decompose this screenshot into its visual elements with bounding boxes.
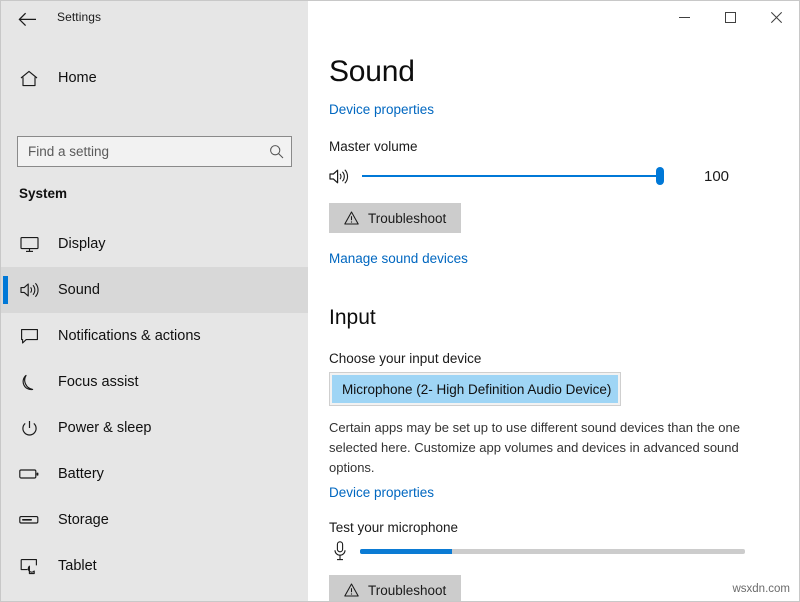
input-device-selected-option[interactable]: Microphone (2- High Definition Audio Dev… xyxy=(332,375,618,403)
microphone-icon xyxy=(329,541,351,561)
warning-triangle-icon xyxy=(344,583,359,597)
sidebar-item-power-sleep-label: Power & sleep xyxy=(58,420,152,436)
master-volume-row: 100 xyxy=(329,167,729,185)
sidebar-item-focus-assist-label: Focus assist xyxy=(58,374,139,390)
search-input[interactable] xyxy=(28,144,261,159)
choose-input-device-label: Choose your input device xyxy=(329,351,481,366)
output-troubleshoot-wrapper: Troubleshoot xyxy=(329,203,461,233)
sidebar-item-home[interactable]: Home xyxy=(1,59,308,97)
microphone-level-fill xyxy=(360,549,452,554)
master-volume-value: 100 xyxy=(704,168,729,185)
output-troubleshoot-label: Troubleshoot xyxy=(368,211,446,226)
power-icon xyxy=(18,420,40,437)
microphone-level-meter xyxy=(360,549,745,554)
window-controls xyxy=(661,1,799,33)
slider-thumb[interactable] xyxy=(656,167,664,185)
settings-window: Settings Home xyxy=(0,0,800,602)
sidebar-item-focus-assist[interactable]: Focus assist xyxy=(1,359,308,405)
input-troubleshoot-label: Troubleshoot xyxy=(368,583,446,598)
sidebar-item-notifications[interactable]: Notifications & actions xyxy=(1,313,308,359)
notification-icon xyxy=(18,328,40,345)
sidebar-item-display-label: Display xyxy=(58,236,106,252)
page-title: Sound xyxy=(329,55,415,89)
back-button[interactable] xyxy=(9,3,45,35)
speaker-icon xyxy=(18,282,40,298)
master-volume-label: Master volume xyxy=(329,139,418,154)
sidebar-item-home-label: Home xyxy=(58,70,97,86)
input-device-dropdown[interactable]: Microphone (2- High Definition Audio Dev… xyxy=(329,372,621,406)
maximize-button[interactable] xyxy=(707,1,753,33)
watermark: wsxdn.com xyxy=(732,583,790,595)
moon-icon xyxy=(18,374,40,391)
microphone-level-row xyxy=(329,541,745,561)
sidebar-nav-list: Display Sound xyxy=(1,221,308,601)
tablet-icon xyxy=(18,558,40,575)
back-arrow-icon xyxy=(18,12,37,27)
minimize-button[interactable] xyxy=(661,1,707,33)
sidebar-item-battery[interactable]: Battery xyxy=(1,451,308,497)
sidebar-item-battery-label: Battery xyxy=(58,466,104,482)
sidebar: Home System Displ xyxy=(1,37,308,601)
output-device-properties-link[interactable]: Device properties xyxy=(329,102,434,117)
input-section-heading: Input xyxy=(329,306,376,330)
input-description-text: Certain apps may be set up to use differ… xyxy=(329,418,751,478)
sidebar-item-tablet[interactable]: Tablet xyxy=(1,543,308,589)
sidebar-item-multitasking[interactable]: Multitasking xyxy=(1,589,308,601)
sidebar-item-storage[interactable]: Storage xyxy=(1,497,308,543)
sidebar-item-tablet-label: Tablet xyxy=(58,558,97,574)
title-bar: Settings xyxy=(1,1,799,37)
display-icon xyxy=(18,236,40,253)
close-button[interactable] xyxy=(753,1,799,33)
sidebar-item-sound-label: Sound xyxy=(58,282,100,298)
input-troubleshoot-button[interactable]: Troubleshoot xyxy=(329,575,461,601)
home-icon xyxy=(18,70,40,87)
master-volume-slider[interactable] xyxy=(362,167,660,185)
battery-icon xyxy=(18,468,40,480)
input-troubleshoot-wrapper: Troubleshoot xyxy=(329,575,461,601)
sidebar-item-power-sleep[interactable]: Power & sleep xyxy=(1,405,308,451)
sidebar-item-notifications-label: Notifications & actions xyxy=(58,328,201,344)
content-pane: Sound Device properties Master volume 10… xyxy=(308,37,799,601)
sidebar-item-storage-label: Storage xyxy=(58,512,109,528)
app-title: Settings xyxy=(57,10,101,24)
sidebar-item-sound[interactable]: Sound xyxy=(1,267,308,313)
title-bar-left-pane xyxy=(1,1,308,37)
storage-icon xyxy=(18,515,40,525)
manage-sound-devices-link[interactable]: Manage sound devices xyxy=(329,251,468,266)
sidebar-group-title: System xyxy=(19,186,67,201)
test-microphone-label: Test your microphone xyxy=(329,520,458,535)
speaker-icon xyxy=(329,168,355,185)
search-box[interactable] xyxy=(17,136,292,167)
search-icon[interactable] xyxy=(261,144,291,159)
input-device-properties-link[interactable]: Device properties xyxy=(329,485,434,500)
output-troubleshoot-button[interactable]: Troubleshoot xyxy=(329,203,461,233)
warning-triangle-icon xyxy=(344,211,359,225)
selection-indicator xyxy=(3,276,8,304)
sidebar-item-display[interactable]: Display xyxy=(1,221,308,267)
slider-fill xyxy=(362,175,660,177)
